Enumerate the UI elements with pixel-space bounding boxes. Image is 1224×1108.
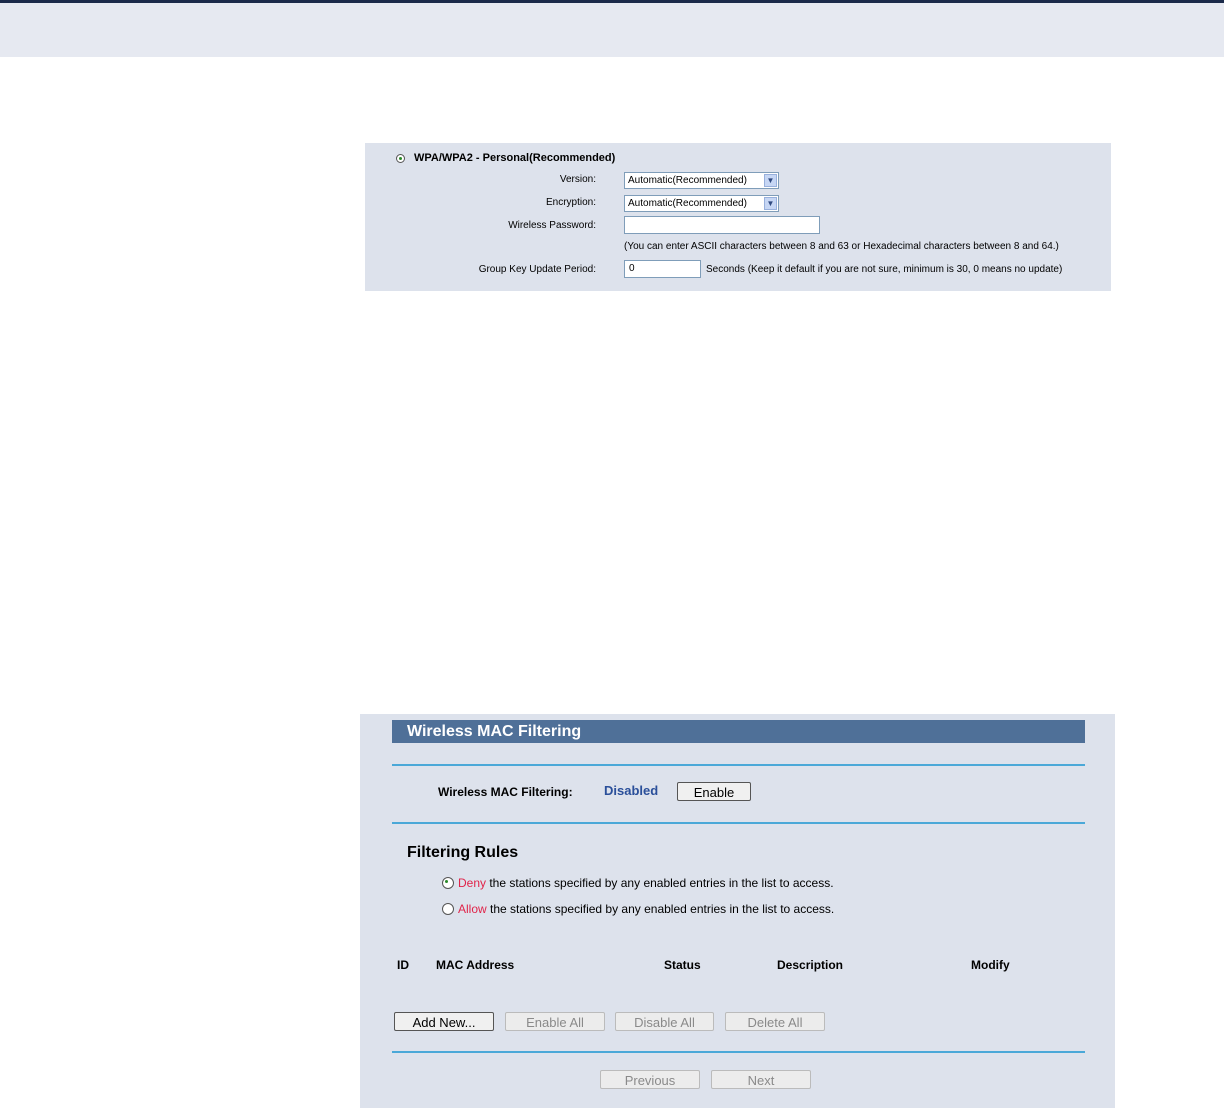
column-header-description: Description	[777, 958, 844, 972]
allow-rule-option[interactable]: Allow the stations specified by any enab…	[442, 902, 834, 916]
column-header-mac-address: MAC Address	[436, 958, 515, 972]
divider	[392, 1051, 1085, 1053]
divider	[392, 764, 1085, 766]
encryption-select[interactable]: Automatic(Recommended) ▼	[624, 195, 779, 212]
deny-rule-option[interactable]: Deny the stations specified by any enabl…	[442, 876, 834, 890]
encryption-label: Encryption:	[545, 197, 596, 208]
filtering-rules-heading: Filtering Rules	[407, 844, 519, 861]
mac-filtering-panel: Wireless MAC Filtering Wireless MAC Filt…	[360, 714, 1115, 1108]
group-key-hint: Seconds (Keep it default if you are not …	[706, 264, 1063, 275]
section-header: Wireless MAC Filtering	[392, 720, 1085, 743]
disable-all-button[interactable]: Disable All	[615, 1012, 714, 1031]
version-select[interactable]: Automatic(Recommended) ▼	[624, 172, 779, 189]
column-header-status: Status	[664, 958, 701, 972]
chevron-down-icon: ▼	[764, 174, 777, 187]
allow-radio[interactable]	[442, 903, 454, 915]
allow-word: Allow	[458, 902, 487, 916]
deny-radio[interactable]	[442, 877, 454, 889]
column-header-modify: Modify	[971, 958, 1010, 972]
version-label: Version:	[559, 174, 596, 185]
deny-word: Deny	[458, 876, 487, 890]
wireless-password-label: Wireless Password:	[508, 220, 596, 231]
top-banner	[0, 0, 1224, 57]
password-hint: (You can enter ASCII characters between …	[624, 241, 1059, 252]
wpa-settings-panel: WPA/WPA2 - Personal(Recommended) Version…	[365, 143, 1111, 291]
chevron-down-icon: ▼	[764, 197, 777, 210]
encryption-select-value: Automatic(Recommended)	[628, 198, 747, 209]
enable-all-button[interactable]: Enable All	[505, 1012, 605, 1031]
add-new-button[interactable]: Add New...	[394, 1012, 494, 1031]
wireless-password-input[interactable]	[624, 216, 820, 234]
group-key-input[interactable]: 0	[624, 260, 701, 278]
divider	[392, 822, 1085, 824]
enable-button[interactable]: Enable	[677, 782, 751, 801]
wpa-personal-radio[interactable]	[396, 154, 405, 163]
wpa-personal-title: WPA/WPA2 - Personal(Recommended)	[414, 152, 616, 164]
deny-rule-text: the stations specified by any enabled en…	[486, 876, 834, 890]
allow-rule-text: the stations specified by any enabled en…	[486, 902, 835, 916]
next-button[interactable]: Next	[711, 1070, 811, 1089]
group-key-label: Group Key Update Period:	[478, 264, 596, 275]
delete-all-button[interactable]: Delete All	[725, 1012, 825, 1031]
status-badge: Disabled	[604, 783, 659, 798]
column-header-id: ID	[397, 958, 409, 972]
previous-button[interactable]: Previous	[600, 1070, 700, 1089]
mac-filtering-label: Wireless MAC Filtering:	[438, 785, 573, 799]
version-select-value: Automatic(Recommended)	[628, 175, 747, 186]
